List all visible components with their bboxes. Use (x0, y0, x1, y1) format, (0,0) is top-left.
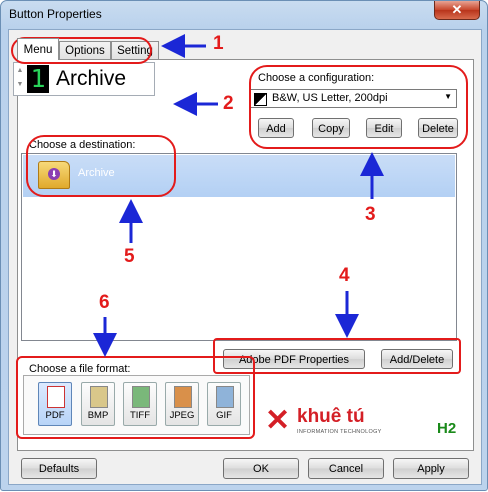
annotation-number-2: 2 (223, 93, 234, 114)
annotation-number-5: 5 (124, 246, 135, 267)
annotation-number-4: 4 (339, 265, 350, 286)
tab-menu[interactable]: Menu (17, 38, 59, 60)
annotation-number-1: 1 (213, 33, 224, 54)
annotation-number-3: 3 (365, 204, 376, 225)
annotation-number-6: 6 (99, 292, 110, 313)
annotation-arrows (93, 34, 384, 357)
button-properties-window: Button Properties ✕ Menu Options Setting… (0, 0, 488, 491)
